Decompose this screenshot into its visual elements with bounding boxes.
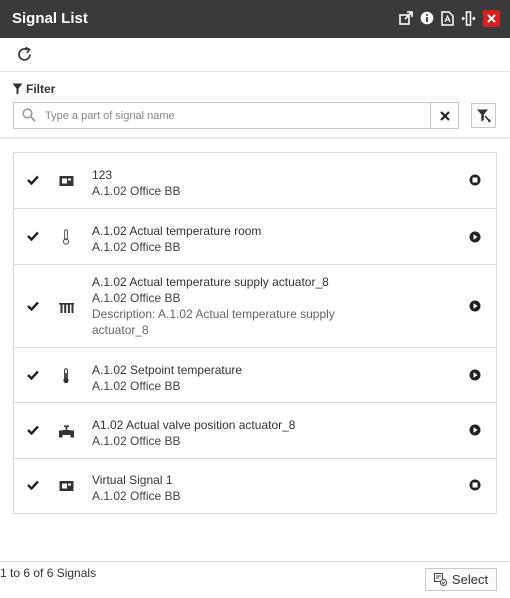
filter-options-button[interactable] [471, 103, 496, 128]
clear-search-button[interactable] [430, 103, 459, 128]
popout-icon[interactable] [398, 10, 414, 26]
virtual-signal-icon [58, 173, 74, 189]
signal-name: Virtual Signal 1 [92, 473, 173, 487]
check-icon[interactable] [27, 480, 39, 490]
pdf-icon[interactable] [439, 10, 455, 26]
filter-icon [12, 83, 23, 95]
check-icon[interactable] [27, 175, 39, 185]
signal-location: A.1.02 Office BB [92, 291, 181, 305]
signal-list: 123 A.1.02 Office BB A.1.02 Actual tempe… [13, 152, 497, 514]
signal-name: 123 [92, 168, 113, 182]
search-input[interactable] [45, 103, 425, 128]
clear-icon [440, 110, 450, 121]
filter-heading: Filter [12, 82, 55, 96]
stop-icon[interactable] [469, 479, 481, 491]
signal-row[interactable]: A.1.02 Actual temperature supply actuato… [14, 265, 496, 348]
title-bar: Signal List [0, 0, 510, 38]
filter-label: Filter [26, 82, 56, 96]
select-icon [433, 573, 447, 586]
check-icon[interactable] [27, 231, 39, 241]
thermometer-filled-icon [58, 368, 74, 384]
signal-row[interactable]: A.1.02 Setpoint temperature A.1.02 Offic… [14, 348, 496, 403]
search-box [13, 102, 459, 129]
signal-location: A.1.02 Office BB [92, 184, 181, 198]
signal-location: A.1.02 Office BB [92, 240, 181, 254]
select-button[interactable]: Select [425, 568, 497, 591]
info-icon[interactable] [419, 10, 435, 26]
filter-panel: Filter [0, 73, 510, 139]
signal-count: 1 to 6 of 6 Signals [0, 566, 97, 580]
signal-row[interactable]: A.1.02 Actual temperature room A.1.02 Of… [14, 209, 496, 265]
signal-location: A.1.02 Office BB [92, 379, 181, 393]
radiator-icon [58, 299, 74, 315]
check-icon[interactable] [27, 370, 39, 380]
check-icon[interactable] [27, 301, 39, 311]
signal-location: A.1.02 Office BB [92, 489, 181, 503]
signal-description: Description: A.1.02 Actual temperature s… [92, 307, 335, 337]
close-icon [487, 14, 496, 23]
close-button[interactable] [483, 10, 500, 27]
play-icon[interactable] [469, 231, 481, 243]
signal-row[interactable]: 123 A.1.02 Office BB [14, 153, 496, 209]
signal-name: A1.02 Actual valve position actuator_8 [92, 418, 296, 432]
window-title: Signal List [12, 10, 88, 27]
signal-location: A.1.02 Office BB [92, 434, 181, 448]
play-icon[interactable] [469, 300, 481, 312]
valve-icon [58, 423, 74, 439]
stop-icon[interactable] [469, 174, 481, 186]
thermometer-icon [58, 229, 74, 245]
search-icon [22, 108, 36, 125]
filter-settings-icon [477, 109, 491, 123]
refresh-icon[interactable] [16, 46, 34, 64]
footer: 1 to 6 of 6 Signals Select [0, 561, 510, 598]
signal-row[interactable]: Virtual Signal 1 A.1.02 Office BB [14, 459, 496, 513]
play-icon[interactable] [469, 369, 481, 381]
resize-icon[interactable] [460, 10, 476, 26]
signal-row[interactable]: A1.02 Actual valve position actuator_8 A… [14, 403, 496, 459]
select-label: Select [451, 572, 489, 587]
play-icon[interactable] [469, 424, 481, 436]
toolbar [0, 38, 510, 72]
check-icon[interactable] [27, 425, 39, 435]
signal-name: A.1.02 Actual temperature room [92, 224, 262, 238]
virtual-signal-icon [58, 478, 74, 494]
signal-name: A.1.02 Setpoint temperature [92, 363, 243, 377]
signal-name: A.1.02 Actual temperature supply actuato… [92, 275, 329, 289]
